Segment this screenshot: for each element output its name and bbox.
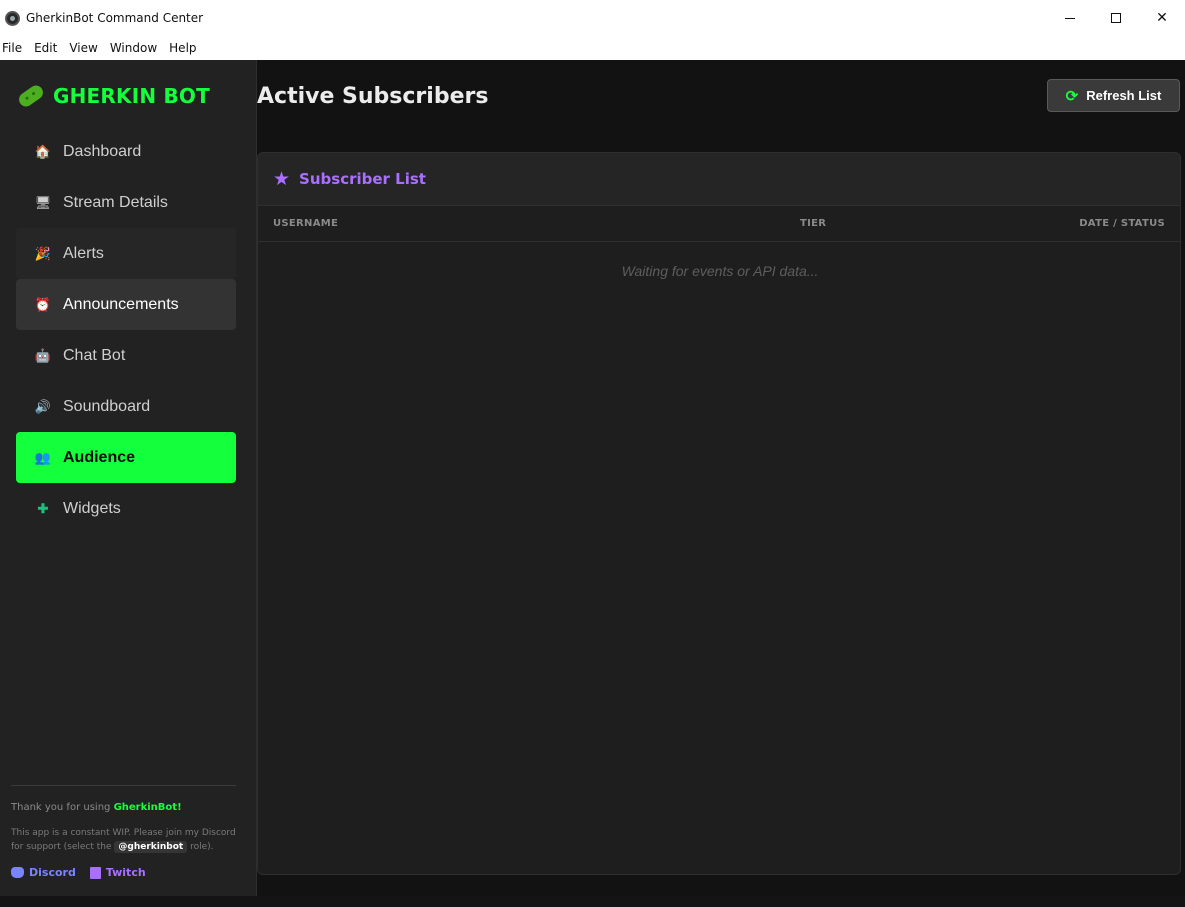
sidebar-item-label: Alerts: [63, 244, 104, 262]
sidebar-item-soundboard[interactable]: 🔊 Soundboard: [16, 381, 236, 432]
sidebar-item-label: Announcements: [63, 295, 179, 313]
minimize-icon: [1065, 17, 1075, 19]
menu-file[interactable]: File: [2, 41, 22, 55]
panel-header: ★ Subscriber List: [258, 153, 1180, 206]
footer-thanks-prefix: Thank you for using: [11, 802, 114, 813]
party-popper-icon: 🎉: [34, 245, 52, 261]
minimize-button[interactable]: [1047, 0, 1093, 36]
sidebar-divider: [11, 785, 236, 786]
window-bottom-edge: [0, 896, 1185, 907]
footer-links: Discord Twitch: [11, 866, 146, 879]
twitch-icon: [89, 866, 101, 879]
window-controls: ✕: [1047, 0, 1185, 36]
panel-title: Subscriber List: [299, 170, 426, 188]
sidebar-item-audience[interactable]: 👥 Audience: [16, 432, 236, 483]
menu-window[interactable]: Window: [110, 41, 157, 55]
menu-edit[interactable]: Edit: [34, 41, 57, 55]
close-icon: ✕: [1156, 10, 1168, 26]
sidebar-item-label: Dashboard: [63, 142, 142, 160]
menu-view[interactable]: View: [69, 41, 97, 55]
sidebar-item-label: Soundboard: [63, 397, 151, 415]
empty-state-message: Waiting for events or API data...: [621, 263, 819, 279]
twitch-link-label: Twitch: [105, 866, 146, 879]
footer-thanks: Thank you for using GherkinBot!: [11, 802, 182, 813]
column-header-tier[interactable]: TIER: [800, 218, 826, 229]
sidebar-item-dashboard[interactable]: 🏠 Dashboard: [16, 126, 236, 177]
footer-note-suffix: role).: [187, 842, 214, 852]
app-icon: [5, 10, 20, 26]
window-titlebar: GherkinBot Command Center ✕: [0, 0, 1185, 36]
sidebar-item-label: Widgets: [63, 499, 121, 517]
alarm-clock-icon: ⏰: [34, 296, 52, 312]
footer-note: This app is a constant WIP. Please join …: [11, 826, 241, 854]
brand-name: GHERKIN BOT: [53, 84, 210, 108]
brand: GHERKIN BOT: [16, 82, 210, 110]
subscriber-list-panel: ★ Subscriber List USERNAME TIER DATE / S…: [257, 152, 1181, 875]
discord-link[interactable]: Discord: [11, 866, 76, 879]
house-icon: 🏠: [34, 143, 52, 159]
refresh-list-label: Refresh List: [1086, 88, 1162, 103]
star-icon: ★: [273, 168, 291, 190]
main-content: Active Subscribers ⟳ Refresh List ★ Subs…: [257, 60, 1185, 896]
sidebar-item-announcements[interactable]: ⏰ Announcements: [16, 279, 236, 330]
table-header: USERNAME TIER DATE / STATUS: [258, 206, 1180, 242]
discord-role-handle: @gherkinbot: [114, 841, 188, 853]
users-icon: 👥: [34, 449, 52, 465]
discord-link-label: Discord: [29, 866, 76, 879]
refresh-icon: ⟳: [1065, 87, 1079, 105]
twitch-link[interactable]: Twitch: [89, 866, 146, 879]
footer-app-name: GherkinBot!: [113, 802, 182, 813]
sidebar-item-label: Chat Bot: [63, 346, 126, 364]
speaker-icon: 🔊: [34, 398, 52, 414]
maximize-button[interactable]: [1093, 0, 1139, 36]
sidebar-item-chat-bot[interactable]: 🤖 Chat Bot: [16, 330, 236, 381]
refresh-list-button[interactable]: ⟳ Refresh List: [1047, 79, 1180, 112]
menu-help[interactable]: Help: [169, 41, 196, 55]
sidebar-item-label: Audience: [63, 448, 136, 466]
close-button[interactable]: ✕: [1139, 0, 1185, 36]
pickle-icon: [16, 82, 46, 110]
puzzle-icon: ✚: [37, 500, 49, 516]
sidebar-item-label: Stream Details: [63, 193, 168, 211]
menu-bar: File Edit View Window Help: [0, 36, 1185, 60]
maximize-icon: [1111, 13, 1121, 23]
sidebar-item-stream-details[interactable]: 🖥 Stream Details: [16, 177, 236, 228]
column-header-username[interactable]: USERNAME: [273, 218, 338, 229]
sidebar-item-widgets[interactable]: ✚ Widgets: [16, 483, 236, 534]
discord-icon: [11, 867, 24, 878]
sidebar-item-alerts[interactable]: 🎉 Alerts: [16, 228, 236, 279]
column-header-date-status[interactable]: DATE / STATUS: [1079, 218, 1165, 229]
sidebar: GHERKIN BOT 🏠 Dashboard 🖥 Stream Details…: [0, 60, 257, 896]
monitor-icon: 🖥: [34, 194, 52, 210]
page-title: Active Subscribers: [257, 84, 489, 109]
sidebar-nav: 🏠 Dashboard 🖥 Stream Details 🎉 Alerts ⏰ …: [16, 126, 236, 534]
window-title: GherkinBot Command Center: [26, 11, 204, 25]
robot-icon: 🤖: [34, 347, 52, 363]
